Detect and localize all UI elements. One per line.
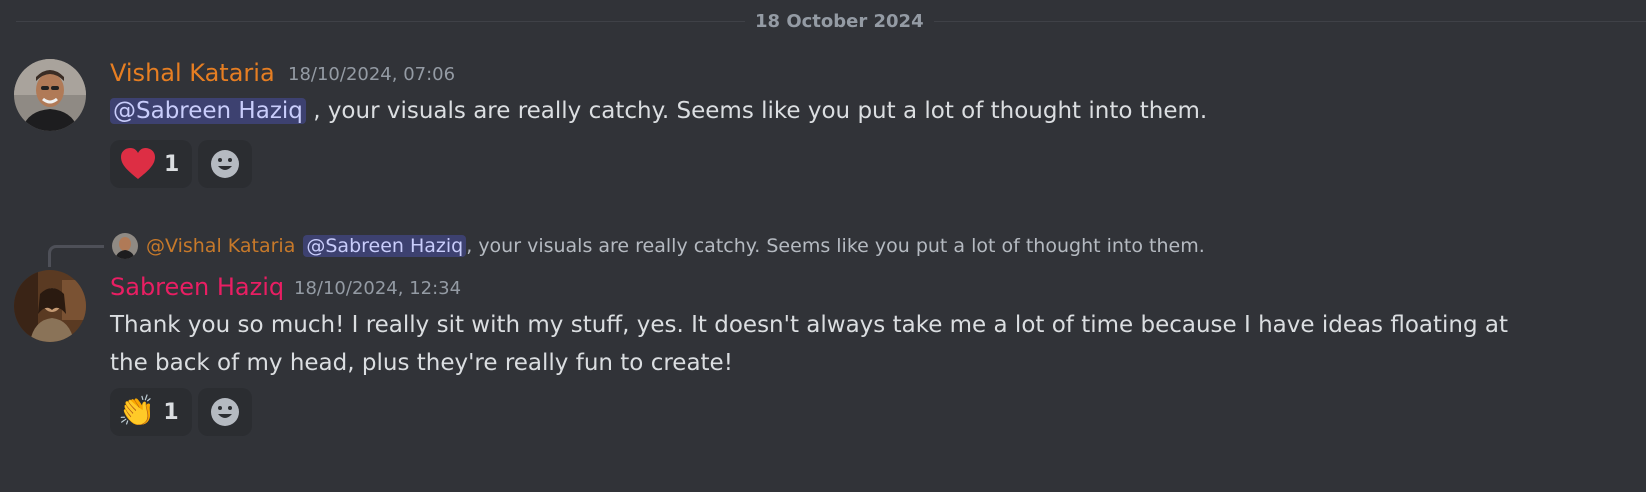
avatar-vishal[interactable]: [14, 59, 86, 131]
reply-mention[interactable]: @Sabreen Haziq: [303, 235, 467, 257]
reply-preview[interactable]: @Vishal Kataria @Sabreen Haziq , your vi…: [112, 230, 1205, 262]
reply-spine: [48, 245, 104, 267]
reply-avatar: [112, 233, 138, 259]
heart-icon: [121, 148, 155, 179]
chat-window: 18 October 2024 Vishal Kataria 18/10/202…: [0, 0, 1646, 492]
date-divider: 18 October 2024: [0, 10, 1646, 34]
date-divider-label: 18 October 2024: [745, 10, 934, 34]
message-timestamp: 18/10/2024, 12:34: [294, 278, 462, 299]
clapping-hands-icon: 👏: [118, 394, 156, 429]
add-reaction-button[interactable]: [198, 140, 252, 188]
reaction-count: 1: [163, 399, 179, 425]
reply-text: , your visuals are really catchy. Seems …: [466, 235, 1205, 257]
message-content: Thank you so much! I really sit with my …: [110, 306, 1550, 382]
reply-author[interactable]: @Vishal Kataria: [146, 235, 295, 257]
message-text: Thank you so much! I really sit with my …: [110, 312, 1509, 376]
message-content: @Sabreen Haziq , your visuals are really…: [110, 92, 1610, 130]
reaction-clap[interactable]: 👏 1: [110, 388, 192, 436]
add-reaction-button[interactable]: [198, 388, 252, 436]
message-author[interactable]: Sabreen Haziq: [110, 272, 284, 302]
smiley-icon: [211, 150, 239, 178]
avatar-sabreen[interactable]: [14, 270, 86, 342]
smiley-icon: [211, 398, 239, 426]
message-author[interactable]: Vishal Kataria: [110, 58, 275, 88]
reaction-count: 1: [164, 151, 180, 177]
user-mention[interactable]: @Sabreen Haziq: [110, 98, 306, 124]
reaction-heart[interactable]: 1: [110, 140, 192, 188]
message-text: , your visuals are really catchy. Seems …: [313, 98, 1208, 124]
message-timestamp: 18/10/2024, 07:06: [288, 64, 456, 85]
